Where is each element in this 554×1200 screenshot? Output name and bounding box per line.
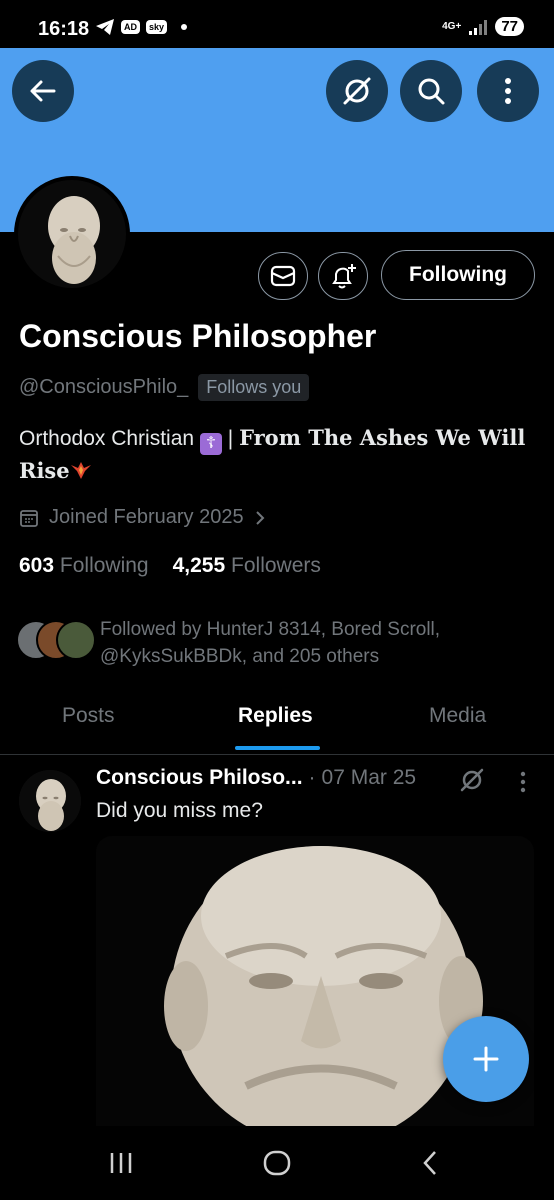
joined-date-link[interactable]: Joined February 2025: [19, 506, 266, 529]
follower-avatars: [16, 620, 96, 660]
followers-count: 4,255: [172, 554, 226, 577]
grok-button[interactable]: [326, 60, 388, 122]
recent-apps-icon[interactable]: [108, 1150, 134, 1176]
tweet-date[interactable]: 07 Mar 25: [322, 766, 417, 790]
following-label: Following: [59, 554, 149, 577]
phoenix-icon: [70, 462, 91, 479]
grok-icon: [343, 77, 371, 105]
tweet-text: Did you miss me?: [96, 799, 263, 822]
ad-badge: AD: [121, 20, 140, 34]
search-button[interactable]: [400, 60, 462, 122]
follower-avatar: [56, 620, 96, 660]
followers-label: Followers: [231, 554, 321, 577]
chevron-right-icon: [255, 510, 264, 525]
message-button[interactable]: [258, 252, 308, 300]
bio-separator: |: [227, 427, 234, 450]
tweet-author-avatar[interactable]: [19, 770, 81, 832]
mail-icon: [270, 265, 296, 287]
status-right-icons: 4G+ 77: [442, 17, 524, 36]
more-options-button[interactable]: [477, 60, 539, 122]
system-nav-bar: [0, 1126, 554, 1200]
socrates-bust-image: [19, 770, 81, 832]
notification-dot-icon: [181, 24, 188, 30]
joined-text: Joined February 2025: [49, 506, 244, 528]
more-vertical-icon: [505, 78, 511, 104]
followed-by-text: Followed by HunterJ 8314, Bored Scroll, …: [100, 619, 441, 667]
search-icon: [418, 78, 445, 105]
status-bar: 16:18 AD sky 4G+ 77: [0, 0, 554, 48]
profile-bio: Orthodox Christian ☦ | From The Ashes We…: [19, 422, 539, 488]
signal-icon: [469, 19, 488, 35]
plus-icon: [473, 1046, 499, 1072]
tweet-author-name[interactable]: Conscious Philoso...: [96, 766, 303, 790]
notifications-button[interactable]: [318, 252, 368, 300]
tab-posts[interactable]: Posts: [62, 704, 115, 728]
tab-media[interactable]: Media: [429, 704, 486, 728]
back-button[interactable]: [12, 60, 74, 122]
tweet-more-icon[interactable]: [518, 770, 528, 794]
battery-indicator: 77: [495, 17, 524, 36]
handle-row: @ConsciousPhilo_ Follows you: [19, 374, 310, 401]
compose-button[interactable]: [443, 1016, 529, 1102]
followers-stat[interactable]: 4,255 Followers: [173, 554, 321, 578]
sky-badge: sky: [146, 20, 168, 34]
grok-icon[interactable]: [458, 766, 486, 794]
following-button[interactable]: Following: [381, 250, 535, 300]
socrates-bust-image: [18, 180, 126, 288]
tab-replies[interactable]: Replies: [238, 704, 313, 728]
status-left-icons: AD sky: [95, 18, 188, 36]
network-label: 4G+: [442, 20, 462, 32]
profile-name: Conscious Philosopher: [19, 318, 377, 354]
profile-handle: @ConsciousPhilo_: [19, 376, 189, 398]
following-count: 603: [19, 554, 55, 577]
profile-tabs: Posts Replies Media: [0, 696, 554, 755]
follow-stats: 603 Following 4,255 Followers: [19, 554, 321, 578]
back-nav-icon[interactable]: [420, 1148, 440, 1178]
bio-text: Orthodox Christian: [19, 427, 195, 450]
orthodox-cross-icon: ☦: [199, 433, 222, 455]
tweet-separator: ·: [308, 766, 316, 789]
tweet-header: Conscious Philoso... · 07 Mar 25: [96, 766, 416, 790]
home-icon[interactable]: [262, 1148, 292, 1178]
status-time: 16:18: [38, 18, 90, 40]
active-tab-indicator: [235, 746, 320, 750]
bell-plus-icon: [332, 264, 356, 289]
telegram-icon: [96, 19, 114, 35]
followed-by-row[interactable]: Followed by HunterJ 8314, Bored Scroll, …: [16, 616, 490, 670]
arrow-left-icon: [30, 80, 56, 102]
follows-you-badge: Follows you: [198, 374, 310, 401]
following-stat[interactable]: 603 Following: [19, 554, 149, 578]
profile-avatar[interactable]: [14, 176, 130, 292]
calendar-icon: [20, 509, 38, 527]
